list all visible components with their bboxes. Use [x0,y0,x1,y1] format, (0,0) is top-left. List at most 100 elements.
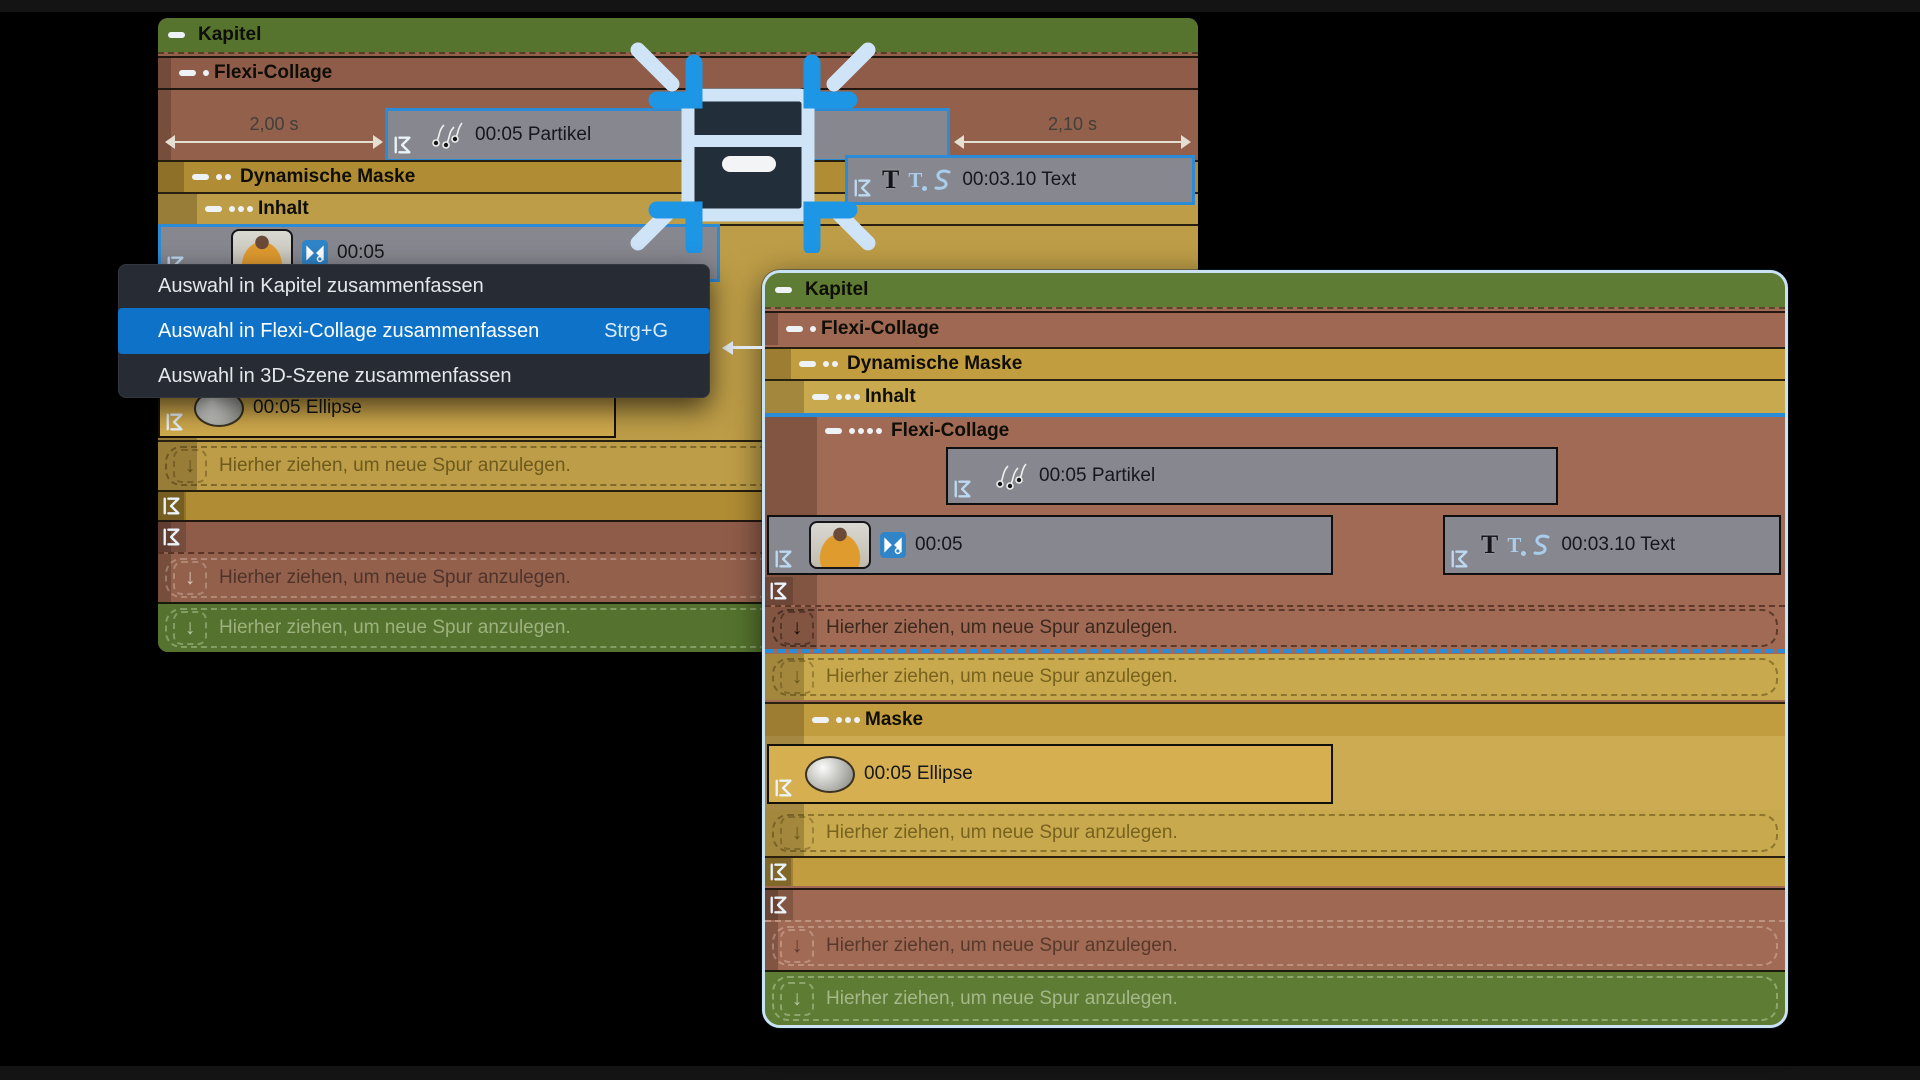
clip-label: 00:03.10 Text [962,169,1076,191]
new-track-drop-row[interactable]: ↓ Hierher ziehen, um neue Spur anzulegen… [765,810,1785,856]
keyframe-track-icon[interactable] [772,547,796,571]
empty-keyframe-track[interactable] [765,856,1785,886]
keyframe-track-icon[interactable] [391,133,415,157]
depth-dot-icon [858,428,864,434]
curve-path-icon [931,168,953,192]
keyframe-track-icon[interactable] [765,858,793,886]
keyframe-track-icon[interactable] [772,776,796,800]
clip-partikel[interactable]: 00:05 Partikel [946,447,1558,505]
clip-ellipse[interactable]: 00:05 Ellipse [767,744,1333,804]
new-track-hint: Hierher ziehen, um neue Spur anzulegen. [826,617,1178,639]
track-label-maske: Maske [865,709,923,731]
depth-dot-icon [867,428,873,434]
depth-dot-icon [845,717,851,723]
maske-track-row[interactable]: 00:05 Ellipse [765,736,1785,810]
track-header-dynamische-maske[interactable]: Dynamische Maske [765,347,1785,379]
track-label-flexi-collage: Flexi-Collage [214,62,332,84]
duration-label: 2,10 s [955,114,1190,135]
particles-icon [424,119,466,151]
depth-dot-icon [854,394,860,400]
depth-dot-icon [832,361,838,367]
text-object-icon: T [1481,530,1498,560]
top-letterbox [0,0,1920,12]
screenshot-canvas: Kapitel Flexi-Collage 2,00 s [0,0,1920,1080]
depth-dot-icon [823,361,829,367]
track-header-flexi-collage[interactable]: Flexi-Collage [765,311,1785,345]
clip-image[interactable]: 00:05 [767,515,1333,575]
divider [765,307,1785,309]
double-arrow-icon [963,141,1182,143]
indent-gutter [765,417,817,445]
new-track-hint: Hierher ziehen, um neue Spur anzulegen. [219,567,571,589]
new-track-drop-row[interactable]: ↓ Hierher ziehen, um neue Spur anzulegen… [765,654,1785,700]
depth-dot-icon [225,174,231,180]
collapse-dash-icon [192,174,209,180]
depth-dot-icon [845,394,851,400]
left-arrow-icon [724,341,764,355]
clip-label: 00:05 [915,534,963,556]
new-track-hint: Hierher ziehen, um neue Spur anzulegen. [826,822,1178,844]
text-animation-icon: T [1507,533,1521,558]
keyframe-track-icon[interactable] [765,890,793,920]
collapse-dash-icon [179,70,196,76]
new-track-drop-row[interactable]: ↓ Hierher ziehen, um neue Spur anzulegen… [765,922,1785,970]
collapse-button[interactable] [775,273,795,307]
indent-gutter [765,445,817,507]
new-track-drop-row[interactable]: ↓ Hierher ziehen, um neue Spur anzulegen… [765,607,1785,649]
new-track-drop-row[interactable]: ↓ Hierher ziehen, um neue Spur anzulegen… [765,970,1785,1025]
particles-icon [988,460,1030,492]
new-track-hint: Hierher ziehen, um neue Spur anzulegen. [826,666,1178,688]
depth-dot-icon [876,428,882,434]
drop-arrow-icon: ↓ [780,816,814,850]
context-menu: Auswahl in Kapitel zusammenfassen Auswah… [118,264,710,398]
indent-gutter [765,381,804,413]
image-thumbnail [809,521,871,569]
keyframe-track-icon[interactable] [765,577,793,605]
drop-arrow-icon: ↓ [173,449,207,483]
menu-item-merge-kapitel[interactable]: Auswahl in Kapitel zusammenfassen [118,264,710,308]
empty-keyframe-track[interactable] [765,577,1785,605]
track-label-kapitel: Kapitel [198,24,261,46]
keyframe-track-icon[interactable] [158,522,186,552]
clip-text[interactable]: T T 00:03.10 Text [845,155,1195,205]
image-crop-icon [880,532,906,558]
timeline-panel-result: Kapitel Flexi-Collage Dynamische Maske [762,270,1788,1028]
drop-arrow-icon: ↓ [173,561,207,595]
track-header-flexi-collage-nested[interactable]: Flexi-Collage [765,417,1785,445]
clip-text[interactable]: T T 00:03.10 Text [1443,515,1781,575]
collapse-dash-icon [825,428,842,434]
track-label-kapitel: Kapitel [805,279,868,301]
drop-arrow-icon: ↓ [780,982,814,1016]
text-animation-icon: T [908,168,922,193]
new-track-hint: Hierher ziehen, um neue Spur anzulegen. [219,455,571,477]
track-label-flexi-collage: Flexi-Collage [821,318,939,340]
track-label-inhalt: Inhalt [258,198,309,220]
collapse-button[interactable] [168,18,188,52]
keyframe-track-icon[interactable] [158,492,186,520]
menu-item-merge-3d-szene[interactable]: Auswahl in 3D-Szene zusammenfassen [118,354,710,398]
depth-dot-icon [836,394,842,400]
flexi-collage-track-row[interactable]: 00:05 T T 00:03.10 Text [765,507,1785,577]
keyframe-track-icon[interactable] [163,410,187,434]
drop-arrow-icon: ↓ [780,611,814,645]
empty-keyframe-track[interactable] [765,888,1785,920]
depth-dot-icon [836,717,842,723]
duration-label: 2,00 s [166,114,382,135]
collapse-dash-icon [812,394,829,400]
flexi-collage-track-row[interactable]: 00:05 Partikel [765,445,1785,507]
keyframe-track-icon[interactable] [951,477,975,501]
track-header-kapitel[interactable]: Kapitel [765,273,1785,307]
track-header-inhalt[interactable]: Inhalt [765,379,1785,413]
indent-gutter [765,313,778,345]
clip-label: 00:05 [337,242,385,264]
clip-label: 00:05 Partikel [475,124,591,146]
menu-item-merge-flexi-collage[interactable]: Auswahl in Flexi-Collage zusammenfassen … [118,308,710,354]
track-header-maske[interactable]: Maske [765,702,1785,736]
clip-label: 00:05 Ellipse [253,397,362,419]
indent-gutter [158,58,171,88]
depth-dot-icon [849,428,855,434]
keyframe-track-icon[interactable] [1448,547,1472,571]
duration-annotation-right: 2,10 s [955,114,1190,154]
depth-dot-icon [238,206,244,212]
double-arrow-icon [174,141,374,143]
